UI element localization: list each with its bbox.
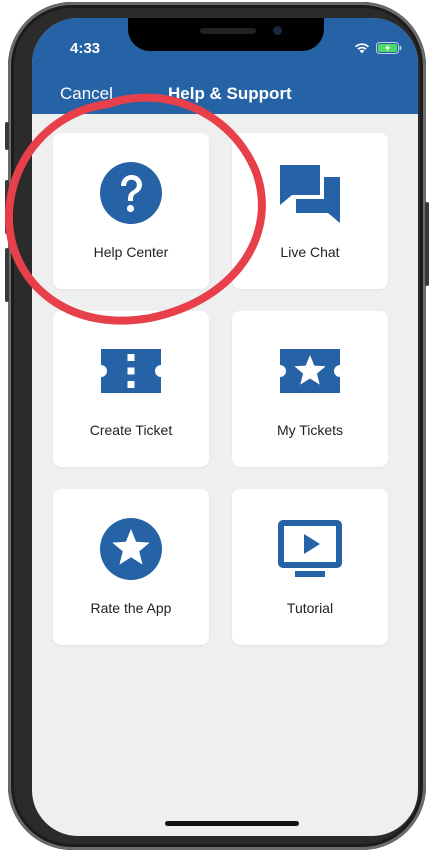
chat-bubbles-icon	[280, 165, 340, 223]
status-time: 4:33	[70, 40, 101, 57]
tile-help-center[interactable]: Help Center	[53, 133, 209, 289]
speaker-grille	[200, 28, 256, 34]
star-circle-icon	[100, 518, 162, 580]
tile-label-create-ticket: Create Ticket	[89, 422, 173, 438]
app-screen: 4:33 Cancel Help & Support Help Center L…	[32, 18, 418, 836]
ticket-icon	[101, 349, 161, 393]
home-indicator[interactable]	[165, 821, 299, 826]
star-ticket-icon	[280, 349, 340, 393]
tile-label-live-chat: Live Chat	[280, 244, 340, 260]
page-title: Help & Support	[168, 84, 292, 103]
tile-my-tickets[interactable]: My Tickets	[232, 311, 388, 467]
volume-down-button	[5, 248, 9, 302]
status-icons	[354, 42, 402, 54]
front-camera	[273, 26, 282, 35]
volume-up-button	[5, 180, 9, 234]
tile-tutorial[interactable]: Tutorial	[232, 489, 388, 645]
wifi-icon	[355, 43, 369, 54]
video-monitor-icon	[278, 520, 342, 577]
tile-label-rate-the-app: Rate the App	[90, 600, 172, 616]
question-circle-icon	[100, 162, 162, 224]
power-button	[425, 202, 429, 286]
phone-frame: 4:33 Cancel Help & Support Help Center L…	[5, 2, 429, 850]
battery-charging-icon	[376, 42, 402, 54]
tile-label-help-center: Help Center	[93, 244, 169, 260]
silent-switch	[5, 122, 9, 150]
tile-label-tutorial: Tutorial	[286, 600, 334, 616]
tile-label-my-tickets: My Tickets	[276, 422, 344, 438]
cancel-button[interactable]: Cancel	[60, 84, 113, 104]
tile-rate-the-app[interactable]: Rate the App	[53, 489, 209, 645]
tile-live-chat[interactable]: Live Chat	[232, 133, 388, 289]
tile-create-ticket[interactable]: Create Ticket	[53, 311, 209, 467]
device-notch	[128, 18, 324, 51]
